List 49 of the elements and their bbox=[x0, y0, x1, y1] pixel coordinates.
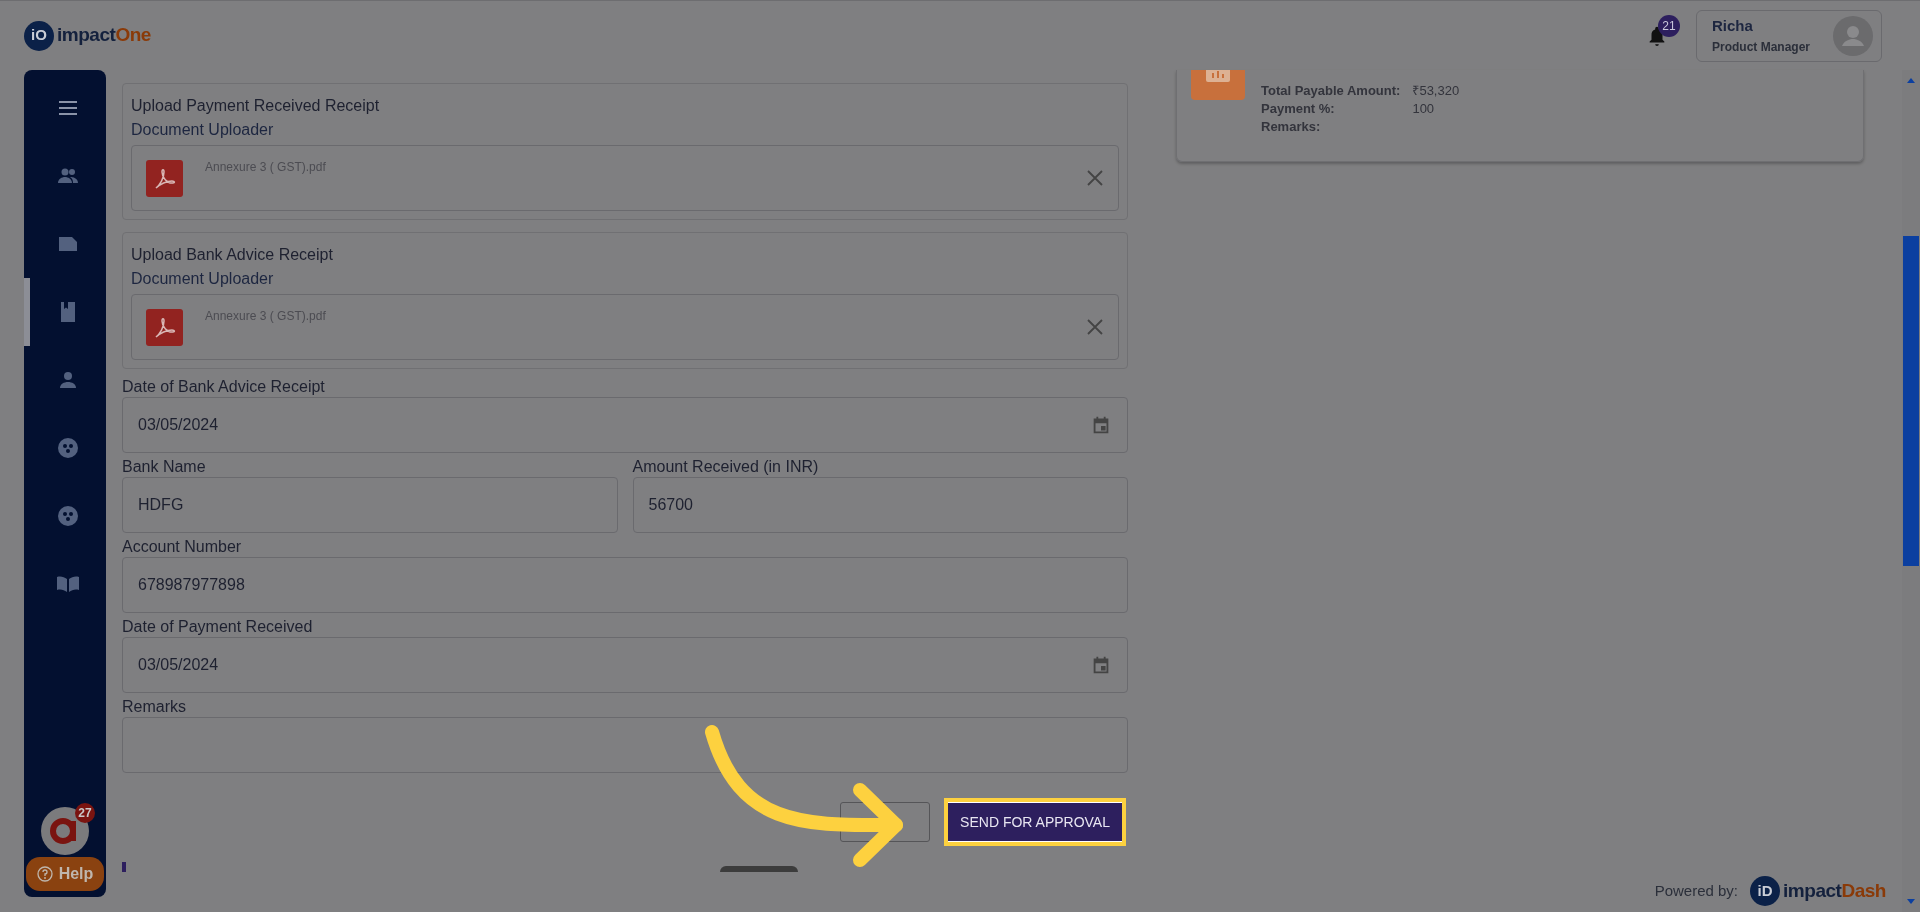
scroll-thumb[interactable] bbox=[1903, 236, 1919, 566]
avatar-icon bbox=[1833, 15, 1873, 56]
field-label: Date of Bank Advice Receipt bbox=[122, 377, 326, 396]
logo-icon: iO bbox=[24, 20, 54, 51]
summary-label: Total Payable Amount: bbox=[1261, 82, 1401, 100]
pdf-icon bbox=[146, 309, 183, 346]
powered-by-label: Powered by: bbox=[1654, 880, 1739, 901]
chat-avatar[interactable] bbox=[41, 807, 89, 855]
help-icon bbox=[36, 866, 53, 882]
field-label: Amount Received (in INR) bbox=[632, 457, 820, 476]
pdf-icon bbox=[146, 160, 183, 197]
notification-badge: 21 bbox=[1658, 14, 1680, 37]
input-field[interactable]: HDFG bbox=[122, 477, 618, 533]
logo-text: impactOne bbox=[57, 23, 151, 48]
help-button[interactable]: Help bbox=[26, 857, 104, 891]
upload-subtitle: Document Uploader bbox=[131, 120, 275, 140]
handle-bar[interactable] bbox=[720, 866, 798, 872]
upload-subtitle: Document Uploader bbox=[131, 269, 275, 289]
user-menu[interactable]: Richa Product Manager bbox=[1696, 9, 1882, 62]
outlined-button[interactable] bbox=[840, 802, 931, 842]
bubble-chart-icon bbox=[56, 504, 80, 528]
chart-tile-icon bbox=[1191, 70, 1245, 100]
footer-logo-text: impactDash bbox=[1783, 878, 1886, 903]
chat-badge: 27 bbox=[75, 803, 95, 823]
field-label: Remarks bbox=[122, 697, 187, 716]
input-field[interactable] bbox=[122, 717, 1128, 773]
send-for-approval-button[interactable]: SEND FOR APPROVAL bbox=[948, 802, 1122, 842]
close-icon[interactable] bbox=[1086, 318, 1104, 336]
summary-value: 100 bbox=[1412, 100, 1436, 118]
close-icon[interactable] bbox=[1086, 169, 1104, 187]
upload-title: Upload Bank Advice Receipt bbox=[131, 245, 334, 265]
field-label: Account Number bbox=[122, 537, 243, 556]
summary-label: Payment %: bbox=[1261, 100, 1336, 118]
scroll-up-icon bbox=[1907, 78, 1915, 83]
input-field[interactable]: 56700 bbox=[632, 477, 1128, 533]
footer-logo-icon: iD bbox=[1750, 876, 1781, 906]
field-label: Date of Payment Received bbox=[122, 617, 314, 636]
summary-label: Remarks: bbox=[1261, 118, 1322, 136]
scroll-down-icon bbox=[1907, 899, 1915, 904]
upload-title: Upload Payment Received Receipt bbox=[131, 96, 381, 116]
progress-marker bbox=[122, 862, 126, 872]
date-field[interactable]: 03/05/2024 bbox=[122, 637, 1128, 693]
date-field[interactable]: 03/05/2024 bbox=[122, 397, 1128, 453]
field-label: Bank Name bbox=[122, 457, 207, 476]
user-name: Richa bbox=[1712, 16, 1754, 37]
input-field[interactable]: 678987977898 bbox=[122, 557, 1128, 613]
summary-value: ₹53,320 bbox=[1412, 82, 1460, 100]
user-role: Product Manager bbox=[1712, 38, 1810, 56]
bubble-chart-icon bbox=[56, 436, 80, 460]
